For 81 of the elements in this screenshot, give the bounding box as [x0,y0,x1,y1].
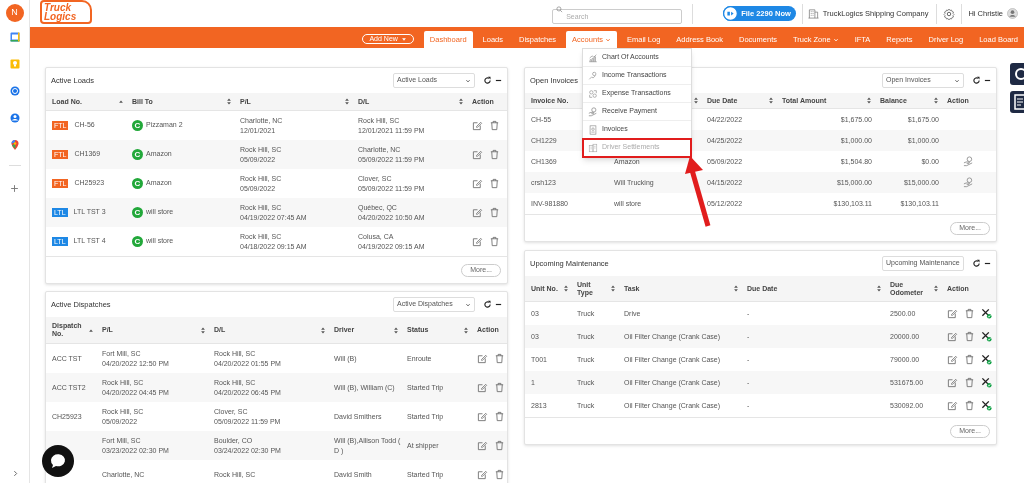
edit-icon[interactable] [947,308,958,319]
edit-icon[interactable] [472,120,483,131]
settings-icon[interactable] [1010,63,1024,85]
check-circle-icon[interactable] [8,85,21,97]
payment-icon [588,106,598,117]
wrench-check-icon[interactable] [981,354,992,365]
sort-icon[interactable] [320,325,326,335]
invoice-icon [588,124,598,135]
refresh-icon[interactable] [972,259,981,268]
delete-icon[interactable] [964,377,975,388]
refresh-icon[interactable] [972,76,981,85]
edit-icon[interactable] [947,331,958,342]
document-icon[interactable] [1010,91,1024,113]
edit-icon[interactable] [947,377,958,388]
settlement-icon [588,142,598,153]
sort-icon[interactable] [393,325,399,335]
edit-icon[interactable] [472,207,483,218]
edit-icon[interactable] [477,411,488,422]
customer-badge: C [132,178,143,189]
wrench-check-icon[interactable] [981,400,992,411]
customer-badge: C [132,207,143,218]
badge-icon [723,6,739,21]
edit-icon[interactable] [947,354,958,365]
building-icon [807,8,819,19]
edit-icon[interactable] [477,382,488,393]
caret-icon [400,36,407,42]
delete-icon[interactable] [489,149,500,160]
refresh-icon[interactable] [483,76,492,85]
user-avatar-icon[interactable] [1007,8,1018,19]
customer-badge: C [132,149,143,160]
sort-icon[interactable] [876,284,882,293]
delete-icon[interactable] [964,308,975,319]
edit-icon[interactable] [472,149,483,160]
sort-icon[interactable] [768,96,774,105]
delete-icon[interactable] [494,440,505,451]
edit-icon[interactable] [477,353,488,364]
hand-coin-icon[interactable] [963,177,974,188]
sort-icon[interactable] [933,284,939,293]
sort-icon[interactable] [610,284,616,293]
sort-icon[interactable] [563,284,569,293]
calendar-icon[interactable] [8,31,21,43]
delete-icon[interactable] [494,469,505,480]
plus-icon[interactable] [10,184,19,193]
refresh-icon[interactable] [483,300,492,309]
hand-coin-icon[interactable] [963,156,974,167]
caret-icon [954,77,960,84]
delete-icon[interactable] [489,207,500,218]
delete-icon[interactable] [964,400,975,411]
edit-icon[interactable] [472,178,483,189]
map-pin-icon[interactable] [8,139,21,151]
delete-icon[interactable] [964,331,975,342]
wrench-check-icon[interactable] [981,377,992,388]
edit-icon[interactable] [477,469,488,480]
delete-icon[interactable] [494,353,505,364]
wrench-check-icon[interactable] [981,308,992,319]
customer-badge: C [132,120,143,131]
delete-icon[interactable] [489,178,500,189]
edit-icon[interactable] [472,236,483,247]
caret-icon [465,301,471,308]
wrench-check-icon[interactable] [981,331,992,342]
delete-icon[interactable] [494,382,505,393]
delete-icon[interactable] [964,354,975,365]
edit-icon[interactable] [477,440,488,451]
sort-icon[interactable] [733,284,739,293]
chart-icon [588,52,598,63]
delete-icon[interactable] [489,120,500,131]
sort-icon[interactable] [463,325,469,335]
caret-icon [465,77,471,84]
sort-icon[interactable] [866,96,872,105]
sort-icon[interactable] [344,97,350,106]
delete-icon[interactable] [494,411,505,422]
edit-icon[interactable] [947,400,958,411]
sort-icon[interactable] [226,97,232,106]
chat-button[interactable] [42,445,74,477]
sort-icon[interactable] [933,96,939,105]
contact-icon[interactable] [8,112,21,124]
chevron-right-icon[interactable] [12,470,19,477]
sort-icon[interactable] [200,325,206,335]
sort-icon[interactable] [458,97,464,106]
delete-icon[interactable] [489,236,500,247]
customer-badge: C [132,236,143,247]
